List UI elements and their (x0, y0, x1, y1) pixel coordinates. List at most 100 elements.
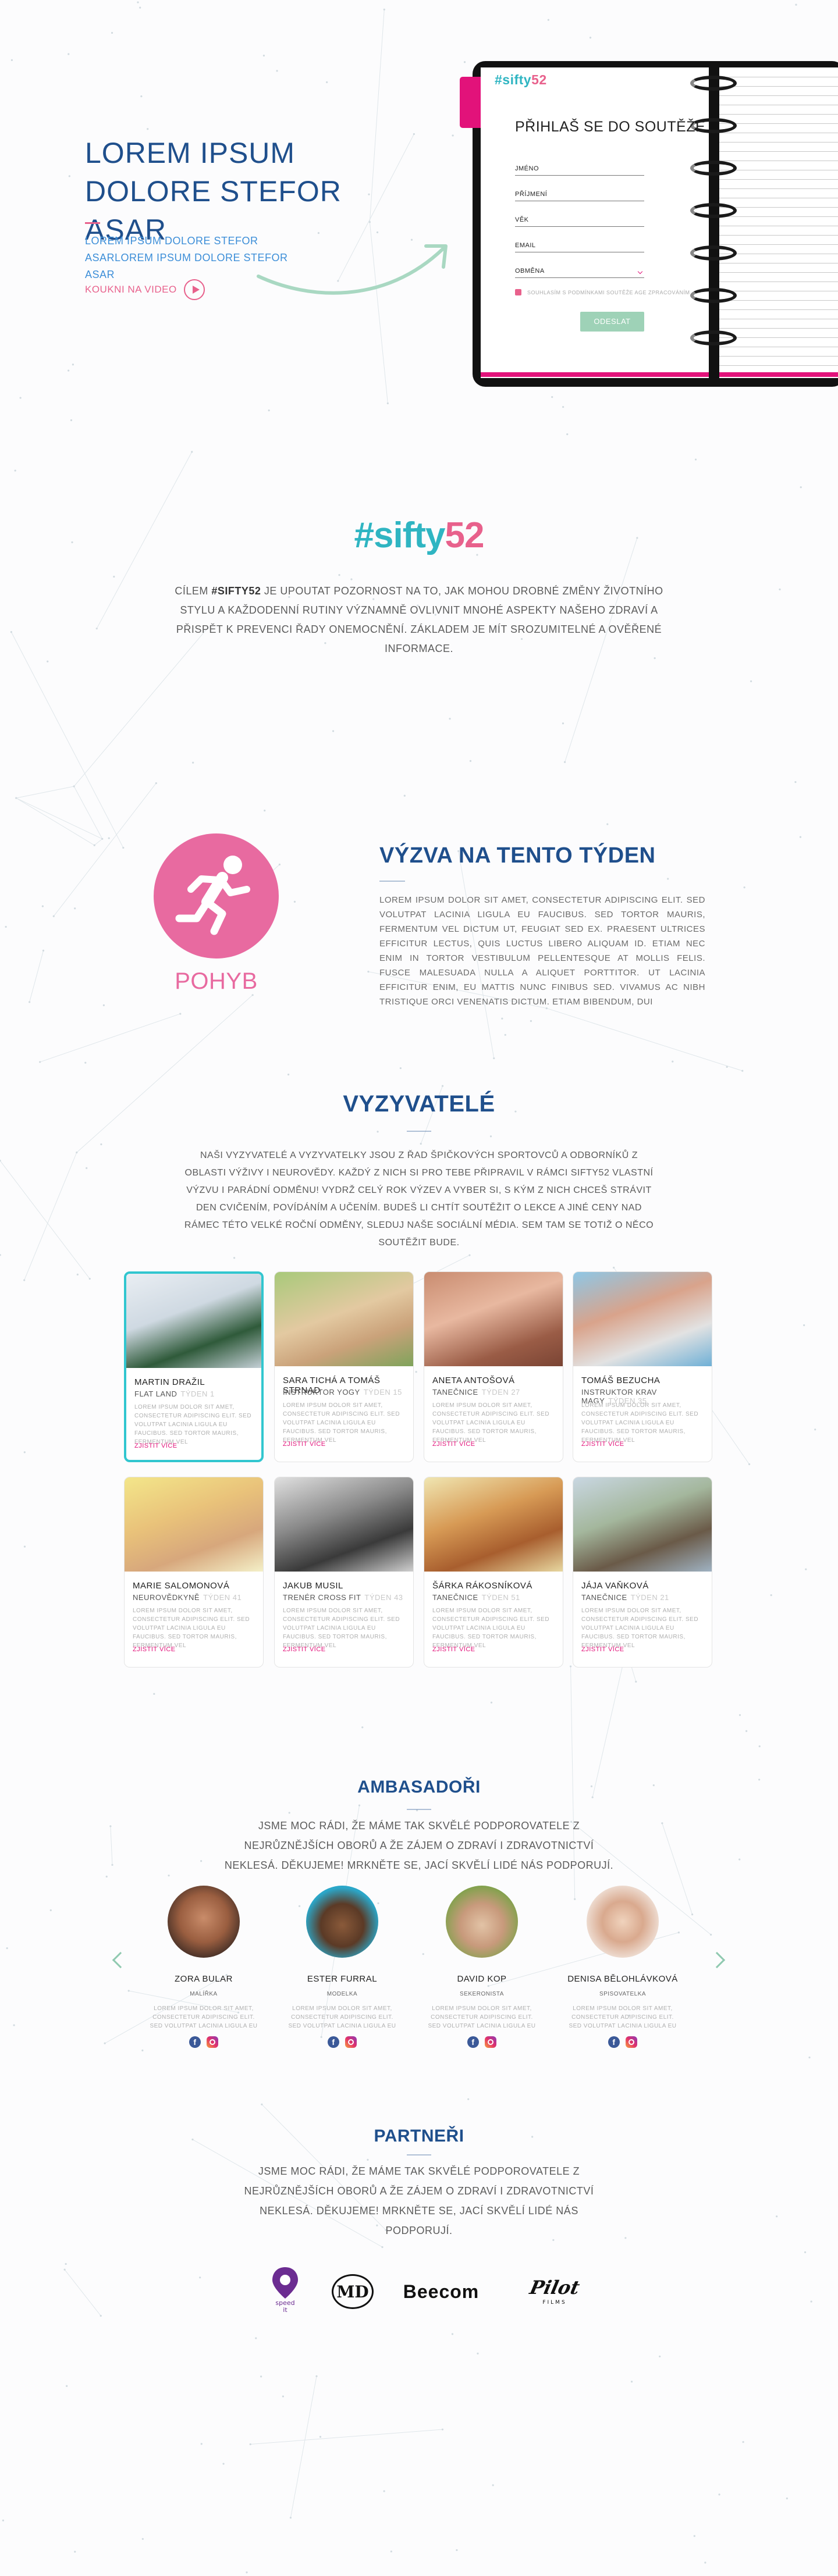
background-line (0, 1160, 90, 1279)
challenger-card[interactable]: ANETA ANTOŠOVÁ TANEČNICE TÝDEN 27 LOREM IPS… (424, 1271, 563, 1462)
facebook-icon[interactable]: f (328, 2036, 339, 2048)
background-dot (694, 458, 697, 461)
challenger-card[interactable]: MARIE SALOMONOVÁ NEUROVĚDKYNĚ TÝDEN 41 LORE… (124, 1477, 264, 1668)
background-dot (29, 1001, 31, 1003)
background-dot (222, 2463, 225, 2465)
partner-logo-md[interactable]: MD (329, 2273, 376, 2310)
more-info-link[interactable]: ZJISTIT VÍCE (432, 1646, 475, 1653)
surname-field[interactable]: PŘÍJMENÍ (515, 176, 644, 201)
challenger-card[interactable]: MARTIN DRAŽIL FLAT LAND TÝDEN 1 LOREM IPSUM… (124, 1271, 264, 1462)
challenger-week: TÝDEN 51 (481, 1593, 520, 1602)
background-dot (65, 2263, 67, 2265)
challenge-title: VÝZVA NA TENTO TÝDEN (379, 843, 656, 868)
ambassador-photo (446, 1886, 518, 1958)
social-links: f (145, 2036, 262, 2048)
background-dot (264, 810, 266, 812)
play-icon[interactable] (183, 279, 205, 300)
challengers-text: NAŠI VYZYVATELÉ A VYZYVATELKY JSOU Z ŘAD… (184, 1150, 654, 1248)
challenger-card[interactable]: ŠÁRKA RÁKOSNÍKOVÁ TANEČNICE TÝDEN 51 LOREM … (424, 1477, 563, 1668)
background-dot (41, 905, 44, 907)
background-dot (113, 575, 115, 578)
background-dot (49, 1909, 52, 1911)
form-brand-logo: #sifty52 (495, 72, 547, 88)
instagram-icon[interactable] (207, 2036, 218, 2048)
name-field-label: JMÉNO (515, 165, 539, 172)
background-dot (108, 837, 110, 839)
background-dot (776, 2215, 778, 2218)
challenger-photo (424, 1272, 563, 1366)
challenger-card[interactable]: JÁJA VAŇKOVÁ TANEČNICE TÝDEN 21 LOREM IPSUM… (573, 1477, 712, 1668)
region-select[interactable]: OBMĚNA (515, 252, 644, 278)
running-person-icon (154, 833, 279, 959)
instagram-icon[interactable] (345, 2036, 357, 2048)
consent-checkbox-row[interactable]: SOUHLASÍM S PODMÍNKAMI SOUTĚŽE AGE ZPRAC… (515, 289, 690, 295)
beecom-logo-text: Beecom (403, 2281, 480, 2302)
challenger-card[interactable]: TOMÁŠ BEZUCHA INSTRUKTOR KRAV MAGY TÝDEN 3… (573, 1271, 712, 1462)
challenger-card[interactable]: SARA TICHÁ A TOMÁŠ STRNAD INSTRUKTOR YOGY… (274, 1271, 414, 1462)
challenger-photo (424, 1477, 563, 1572)
background-dot (403, 794, 406, 797)
background-dot (101, 838, 104, 840)
challenger-photo (573, 1272, 712, 1366)
background-dot (441, 2428, 444, 2431)
background-dot (456, 2549, 458, 2552)
watch-video-link[interactable]: KOUKNI NA VIDEO (85, 279, 205, 300)
about-text-hashtag: #SIFTY52 (211, 585, 261, 597)
background-dot (319, 2436, 322, 2438)
background-dot (288, 1812, 290, 1814)
background-dot (350, 578, 353, 580)
partner-logo-films[interactable]: Pilot FILMS (517, 2271, 592, 2311)
more-info-link[interactable]: ZJISTIT VÍCE (134, 1442, 177, 1449)
more-info-link[interactable]: ZJISTIT VÍCE (283, 1441, 326, 1448)
partner-logo-speedit[interactable]: speed it (265, 2264, 305, 2316)
background-dot (738, 1858, 741, 1861)
background-dot (490, 1701, 493, 1704)
background-dot (199, 2276, 201, 2279)
background-dot (0, 1254, 1, 1256)
background-dot (451, 2333, 454, 2335)
ambassador-description: LOREM IPSUM DOLOR SIT AMET, CONSECTETUR … (150, 2005, 258, 2029)
more-info-link[interactable]: ZJISTIT VÍCE (133, 1646, 176, 1653)
background-dot (800, 486, 802, 489)
challenger-description: LOREM IPSUM DOLOR SIT AMET, CONSECTETUR … (283, 1608, 400, 1649)
background-dot (10, 631, 12, 633)
facebook-icon[interactable]: f (608, 2036, 620, 2048)
background-dot (530, 1020, 532, 1022)
background-dot (467, 2098, 470, 2100)
more-info-link[interactable]: ZJISTIT VÍCE (581, 1646, 624, 1653)
more-info-link[interactable]: ZJISTIT VÍCE (283, 1646, 326, 1653)
background-dot (88, 1278, 91, 1280)
challenge-category-label: POHYB (175, 968, 258, 994)
challenger-card[interactable]: JAKUB MUSIL TRENÉR CROSS FIT TÝDEN 43 LOREM… (274, 1477, 414, 1668)
challenger-role: INSTRUKTOR YOGY TÝDEN 15 (283, 1388, 402, 1396)
instagram-icon[interactable] (626, 2036, 637, 2048)
background-dot (613, 1266, 615, 1269)
background-dot (23, 1545, 26, 1548)
background-dot (315, 2375, 318, 2378)
age-field[interactable]: VĚK (515, 201, 644, 227)
background-line (24, 1152, 77, 1281)
background-dot (76, 1273, 79, 1275)
email-field[interactable]: EMAIL (515, 227, 644, 252)
ambassadors-divider (407, 1809, 431, 1810)
name-field[interactable]: JMÉNO (515, 150, 644, 176)
challenger-description: LOREM IPSUM DOLOR SIT AMET, CONSECTETUR … (432, 1608, 550, 1649)
background-dot (200, 1860, 203, 1862)
background-dot (74, 2550, 76, 2553)
hero-section: LOREM IPSUM DOLORE STEFOR ASAR LOREM IPS… (0, 0, 838, 407)
partner-logo-beecom[interactable]: Beecom (395, 2280, 488, 2303)
submit-button[interactable]: ODESLAT (580, 312, 644, 332)
more-info-link[interactable]: ZJISTIT VÍCE (581, 1441, 624, 1448)
background-dot (420, 1142, 422, 1145)
facebook-icon[interactable]: f (467, 2036, 479, 2048)
challenger-description: LOREM IPSUM DOLOR SIT AMET, CONSECTETUR … (283, 1402, 400, 1444)
ambassador-card: ZORA BULAR MALÍŘKA LOREM IPSUM DOLOR SIT A… (145, 1886, 262, 2048)
facebook-icon[interactable]: f (189, 2036, 201, 2048)
instagram-icon[interactable] (485, 2036, 496, 2048)
background-dot (743, 886, 745, 889)
more-info-link[interactable]: ZJISTIT VÍCE (432, 1441, 475, 1448)
challenger-description: LOREM IPSUM DOLOR SIT AMET, CONSECTETUR … (432, 1402, 550, 1444)
challenger-role-text: TANEČNICE (432, 1388, 478, 1396)
consent-checkbox[interactable] (515, 289, 521, 295)
ambassador-role: MODELKA (326, 1991, 358, 1997)
